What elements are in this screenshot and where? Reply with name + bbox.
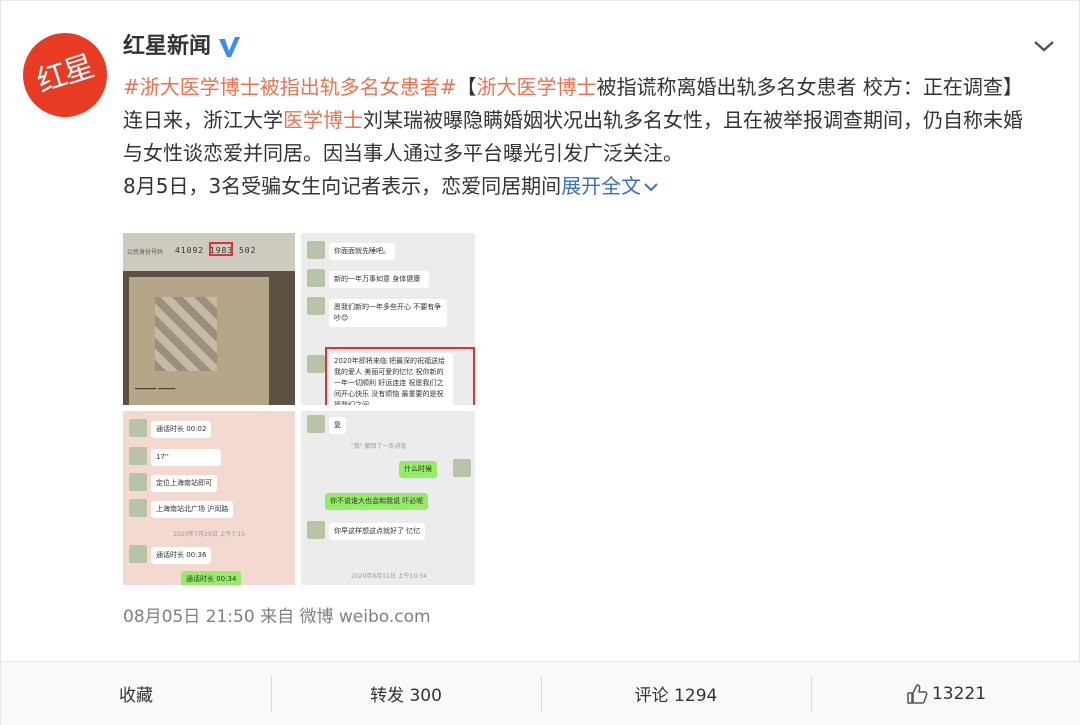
chat-bubble: 你面面就先睡吧。 [329, 243, 395, 260]
highlight-keyword-2: 医学博士 [283, 108, 363, 132]
call-duration-bubble: 通话时长 00:02 [151, 421, 212, 438]
chat-avatar [129, 473, 147, 491]
post-paragraph-1: #浙大医学博士被指出轨多名女患者#【浙大医学博士被指谎称离婚出轨多名女患者 校方… [123, 71, 1038, 170]
chat-bubble: 定位上海南站即可 [151, 475, 217, 492]
avatar[interactable]: 红星 [23, 33, 107, 117]
post-time[interactable]: 08月05日 21:50 [123, 607, 255, 627]
id-field-line: ━━━━━ ━━━━ [135, 385, 176, 393]
collect-button[interactable]: 收藏 [1, 662, 271, 725]
recall-notice: "我" 撤回了一条消息 [351, 443, 407, 450]
id-label: 公民身份号码 [127, 249, 164, 256]
chat-bubble: 新的一年万事如意 身体健康 [329, 271, 429, 288]
expand-label: 展开全文 [561, 174, 642, 198]
author-name[interactable]: 红星新闻 [123, 32, 211, 62]
photo-chat-screenshot-3[interactable]: 复 "我" 撤回了一条消息 什么时候 你不说谁大也会和我说 吓必呢 你早这样想这… [301, 411, 475, 585]
chat-bubble: 愿我们新的一年多些开心 不要有争吵😊 [329, 299, 447, 327]
weibo-post-card: 红星 红星新闻 #浙大医学博士被指出轨多名女患者#【浙大医学博士被指谎称离婚出轨… [0, 0, 1080, 725]
id-number-strip: 公民身份号码 41092 1983 502 [123, 233, 295, 271]
chat-avatar [129, 499, 147, 517]
chat-bubble-sent: 你不说谁大也会和我说 吓必呢 [325, 493, 429, 510]
chat-avatar [307, 269, 325, 287]
chat-avatar [307, 241, 325, 259]
id-card-image: ━━━━━ ━━━━ [129, 277, 269, 405]
chat-bubble: 你早这样想这点就好了 忆忆 [329, 523, 426, 540]
chat-avatar [453, 459, 471, 477]
chat-bubble: 上海南站北广场 沪闵路 [151, 501, 234, 518]
forward-label: 转发 300 [370, 686, 442, 706]
action-bar: 收藏 转发 300 评论 1294 13221 [1, 661, 1080, 725]
comment-label: 评论 1294 [634, 686, 718, 706]
chat-avatar [307, 521, 325, 539]
expand-full-text-link[interactable]: 展开全文 [561, 170, 659, 203]
chat-timestamp: 2020年7月29日 上午7:15 [173, 531, 246, 538]
highlight-keyword: 浙大医学博士 [476, 75, 597, 99]
chevron-down-small-icon [644, 182, 658, 191]
thumbs-up-icon [907, 683, 928, 704]
avatar-logo-text: 红星 [32, 49, 97, 100]
forward-button[interactable]: 转发 300 [271, 662, 541, 725]
post-paragraph-2: 8月5日，3名受骗女生向记者表示，恋爱同居期间 展开全文 [123, 170, 1038, 203]
verified-icon [219, 37, 240, 57]
photo-grid: 公民身份号码 41092 1983 502 ━━━━━ ━━━━ 你面面就先睡吧… [123, 233, 475, 585]
photo-chat-screenshot-2[interactable]: 通话时长 00:02 17'' 定位上海南站即可 上海南站北广场 沪闵路 202… [123, 411, 295, 585]
call-duration-bubble: 通话时长 00:36 [151, 547, 212, 564]
post-source: 来自 微博 weibo.com [260, 607, 431, 627]
bracket-open: 【 [456, 75, 477, 99]
like-button[interactable]: 13221 [811, 662, 1080, 725]
photo-id-card[interactable]: 公民身份号码 41092 1983 502 ━━━━━ ━━━━ [123, 233, 295, 405]
red-highlight-box [325, 347, 475, 405]
chat-avatar [129, 447, 147, 465]
post-text: #浙大医学博士被指出轨多名女患者#【浙大医学博士被指谎称离婚出轨多名女患者 校方… [123, 71, 1038, 203]
red-highlight-box [209, 242, 233, 256]
voice-message-bubble: 17'' [151, 449, 221, 466]
chat-avatar [307, 415, 325, 433]
chat-bubble: 复 [329, 417, 346, 434]
collect-label: 收藏 [119, 686, 153, 706]
chat-avatar [129, 419, 147, 437]
call-duration-bubble-sent: 通话时长 00:34 [181, 571, 242, 585]
pixelated-face [155, 297, 217, 371]
chevron-down-icon[interactable] [1032, 37, 1056, 55]
like-count: 13221 [931, 683, 987, 704]
chat-avatar [307, 355, 325, 373]
chat-avatar [129, 545, 147, 563]
comment-button[interactable]: 评论 1294 [541, 662, 811, 725]
post-text-p2: 8月5日，3名受骗女生向记者表示，恋爱同居期间 [123, 174, 562, 198]
chat-bubble-sent: 什么时候 [399, 461, 437, 478]
hashtag-link[interactable]: #浙大医学博士被指出轨多名女患者# [123, 75, 457, 99]
post-meta: 08月05日 21:50 来自 微博 weibo.com [123, 606, 431, 628]
chat-avatar [307, 297, 325, 315]
photo-chat-screenshot-1[interactable]: 你面面就先睡吧。 新的一年万事如意 身体健康 愿我们新的一年多些开心 不要有争吵… [301, 233, 475, 405]
chat-timestamp: 2020年8月11日 上午10:34 [351, 573, 427, 580]
